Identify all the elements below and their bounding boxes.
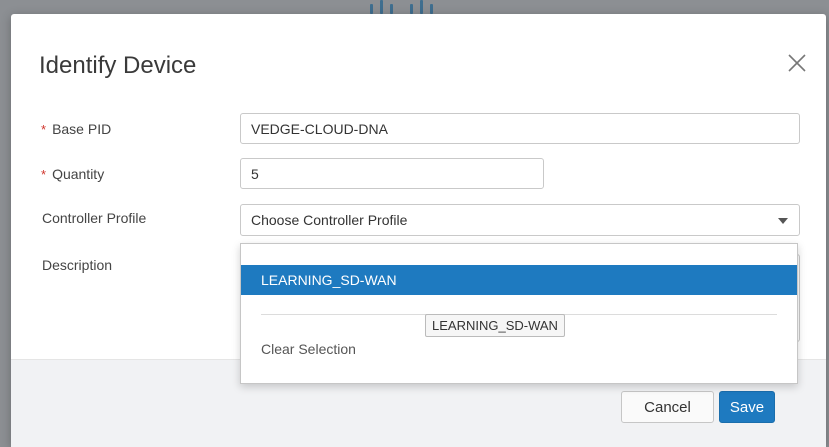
- identify-device-dialog: Identify Device * Base PID * Quantity Cont…: [11, 14, 826, 447]
- controller-profile-label: Controller Profile: [42, 210, 147, 226]
- clear-selection-option[interactable]: Clear Selection: [261, 341, 356, 357]
- background-logo: [370, 0, 470, 14]
- close-icon[interactable]: [784, 50, 810, 76]
- option-tooltip: LEARNING_SD-WAN: [425, 314, 565, 337]
- save-button[interactable]: Save: [719, 391, 775, 423]
- quantity-input[interactable]: [240, 158, 544, 189]
- chevron-down-icon: [778, 218, 788, 224]
- quantity-label-text: Quantity: [52, 166, 105, 182]
- controller-profile-placeholder: Choose Controller Profile: [251, 212, 408, 228]
- description-label: Description: [42, 257, 113, 273]
- base-pid-input[interactable]: [240, 113, 800, 144]
- dropdown-option-learning-sd-wan[interactable]: LEARNING_SD-WAN: [241, 265, 797, 295]
- quantity-label: * Quantity: [41, 166, 104, 182]
- base-pid-label-text: Base PID: [52, 121, 112, 137]
- dialog-title: Identify Device: [39, 52, 197, 79]
- required-marker: *: [41, 122, 47, 137]
- cancel-button[interactable]: Cancel: [621, 391, 714, 423]
- required-marker: *: [41, 167, 47, 182]
- controller-profile-select[interactable]: Choose Controller Profile: [240, 204, 800, 236]
- base-pid-label: * Base PID: [41, 121, 111, 137]
